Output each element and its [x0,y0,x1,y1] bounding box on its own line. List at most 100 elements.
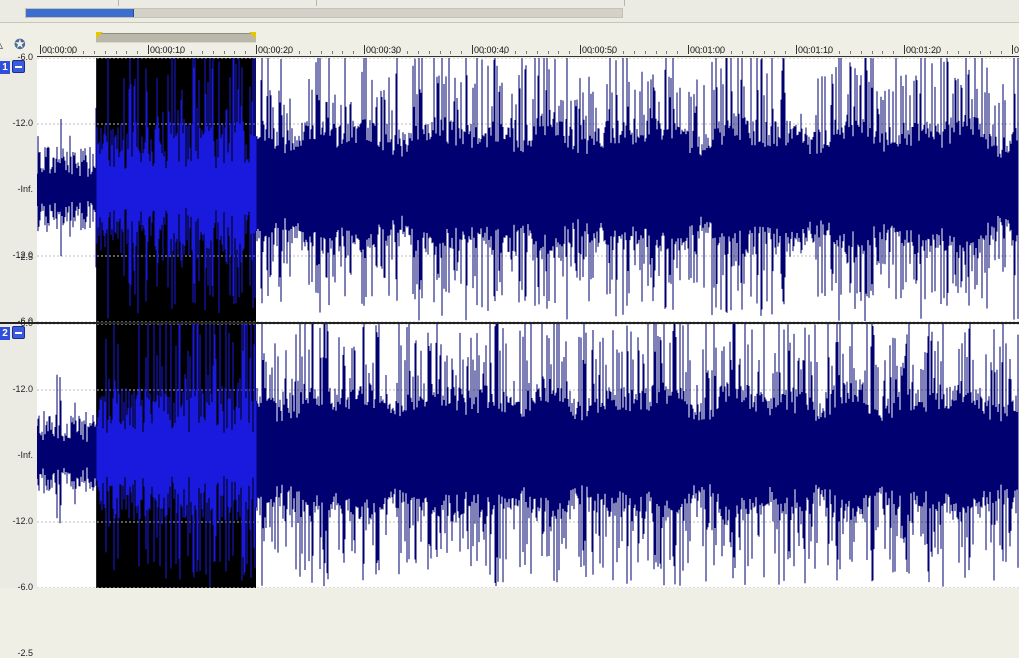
ruler-minor-tick [526,51,527,54]
ruler-minor-tick [990,51,992,54]
overview-thumb[interactable] [26,9,135,17]
ruler-minor-tick [504,51,506,54]
ruler-minor-tick [407,51,409,54]
waveform-zoom-icon[interactable]: ▵ [0,39,3,51]
channel-1-track[interactable]: 1 -2.5-6.0-12.0-Inf.-12.0-6.0-2.5 [0,52,1019,392]
ruler-minor-tick [774,51,776,54]
ruler-baseline [37,56,1019,57]
ruler-minor-tick [601,51,603,54]
channel-2-waveform[interactable] [37,324,1019,588]
ruler-tick [688,45,689,54]
ruler-minor-tick [936,51,938,54]
ruler-minor-tick [893,51,895,54]
ruler-tick-label: 00:0 [1014,45,1019,55]
ruler-minor-tick [50,51,52,54]
channel-1-header: 1 -2.5-6.0-12.0-Inf.-12.0-6.0-2.5 [0,52,38,392]
ruler-minor-tick [612,51,614,54]
ruler-tick [256,45,257,54]
ruler-minor-tick [979,51,981,54]
ruler-tick [796,45,797,54]
db-scale-label: -12.0 [12,118,33,128]
channel-2-track[interactable]: 2 -2.5 -6.0 -12.0 -Inf. -12.0 -6.0 -2.5 [0,252,1019,658]
time-ruler[interactable]: 00:00:00 00:00:10 00:00:20 00:00:30 00:00:40… [37,22,1019,58]
ruler-minor-tick [731,51,733,54]
ruler-minor-tick [623,51,625,54]
ruler-minor-tick [72,51,74,54]
ruler-minor-tick [558,51,560,54]
ruler-minor-tick [169,51,171,54]
ruler-minor-tick [958,51,959,54]
ruler-minor-tick [418,51,419,54]
db-scale-label: -6.0 [17,52,33,62]
ruler-minor-tick [202,51,203,54]
ruler-minor-tick [385,51,387,54]
ruler-minor-tick [968,51,970,54]
ruler-minor-tick [83,51,85,54]
ruler-minor-tick [342,51,344,54]
ruler-minor-tick [590,51,592,54]
ruler-tick [364,45,365,54]
ruler-minor-tick [698,51,700,54]
ruler-minor-tick [763,51,765,54]
ruler-minor-tick [266,51,268,54]
ruler-minor-tick [180,51,182,54]
ruler-minor-tick [839,51,841,54]
ruler-minor-tick [860,51,862,54]
ruler-minor-tick [61,51,63,54]
ruler-minor-tick [234,51,236,54]
ruler-minor-tick [212,51,214,54]
ruler-minor-tick [115,51,117,54]
ruler-tick [1012,45,1013,54]
ruler-tick [472,45,473,54]
ruler-minor-tick [785,51,787,54]
ruler-minor-tick [925,51,927,54]
ruler-minor-tick [104,51,106,54]
channel-2-header: 2 -2.5 -6.0 -12.0 -Inf. -12.0 -6.0 -2.5 [0,252,38,658]
ruler-minor-tick [752,51,754,54]
ruler-minor-tick [806,51,808,54]
channel-number-badge[interactable]: 2 [0,327,10,340]
ruler-minor-tick [677,51,679,54]
ruler-minor-tick [666,51,668,54]
db-scale-label: -6.0 [17,318,33,328]
ruler-tick [580,45,581,54]
ruler-minor-tick [655,51,657,54]
ruler-minor-tick [126,51,128,54]
db-scale-label: -12.0 [12,516,33,526]
ruler-minor-tick [536,51,538,54]
toolbar-separator [118,0,119,6]
db-scale-label: -Inf. [17,184,33,194]
ruler-minor-tick [320,51,322,54]
ruler-minor-tick [439,51,441,54]
channel-number-badge[interactable]: 1 [0,61,10,74]
ruler-minor-tick [914,51,916,54]
ruler-minor-tick [515,51,517,54]
selection-end-marker[interactable] [249,32,256,39]
ruler-minor-tick [245,51,247,54]
ruler-minor-tick [709,51,711,54]
ruler-minor-tick [353,51,355,54]
ruler-minor-tick [882,51,884,54]
toolbar-separator [624,0,625,6]
selection-start-marker[interactable] [96,32,104,39]
db-scale-label: -12.0 [12,384,33,394]
ruler-minor-tick [158,51,160,54]
ruler-minor-tick [428,51,430,54]
ruler-minor-tick [1001,51,1003,54]
channel-icon[interactable]: ✪ [14,37,26,51]
ruler-minor-tick [223,51,225,54]
ruler-minor-tick [817,51,819,54]
ruler-minor-tick [461,51,463,54]
ruler-minor-tick [277,51,279,54]
ruler-minor-tick [493,51,495,54]
ruler-minor-tick [634,51,635,54]
ruler-minor-tick [396,51,398,54]
channel-1-waveform[interactable] [37,58,1019,322]
selection-range-bar[interactable] [96,33,256,43]
ruler-minor-tick [482,51,484,54]
ruler-minor-tick [547,51,549,54]
toolbar-separator [316,0,317,6]
ruler-minor-tick [644,51,646,54]
overview-scrollbar[interactable] [25,8,623,18]
ruler-minor-tick [947,51,949,54]
